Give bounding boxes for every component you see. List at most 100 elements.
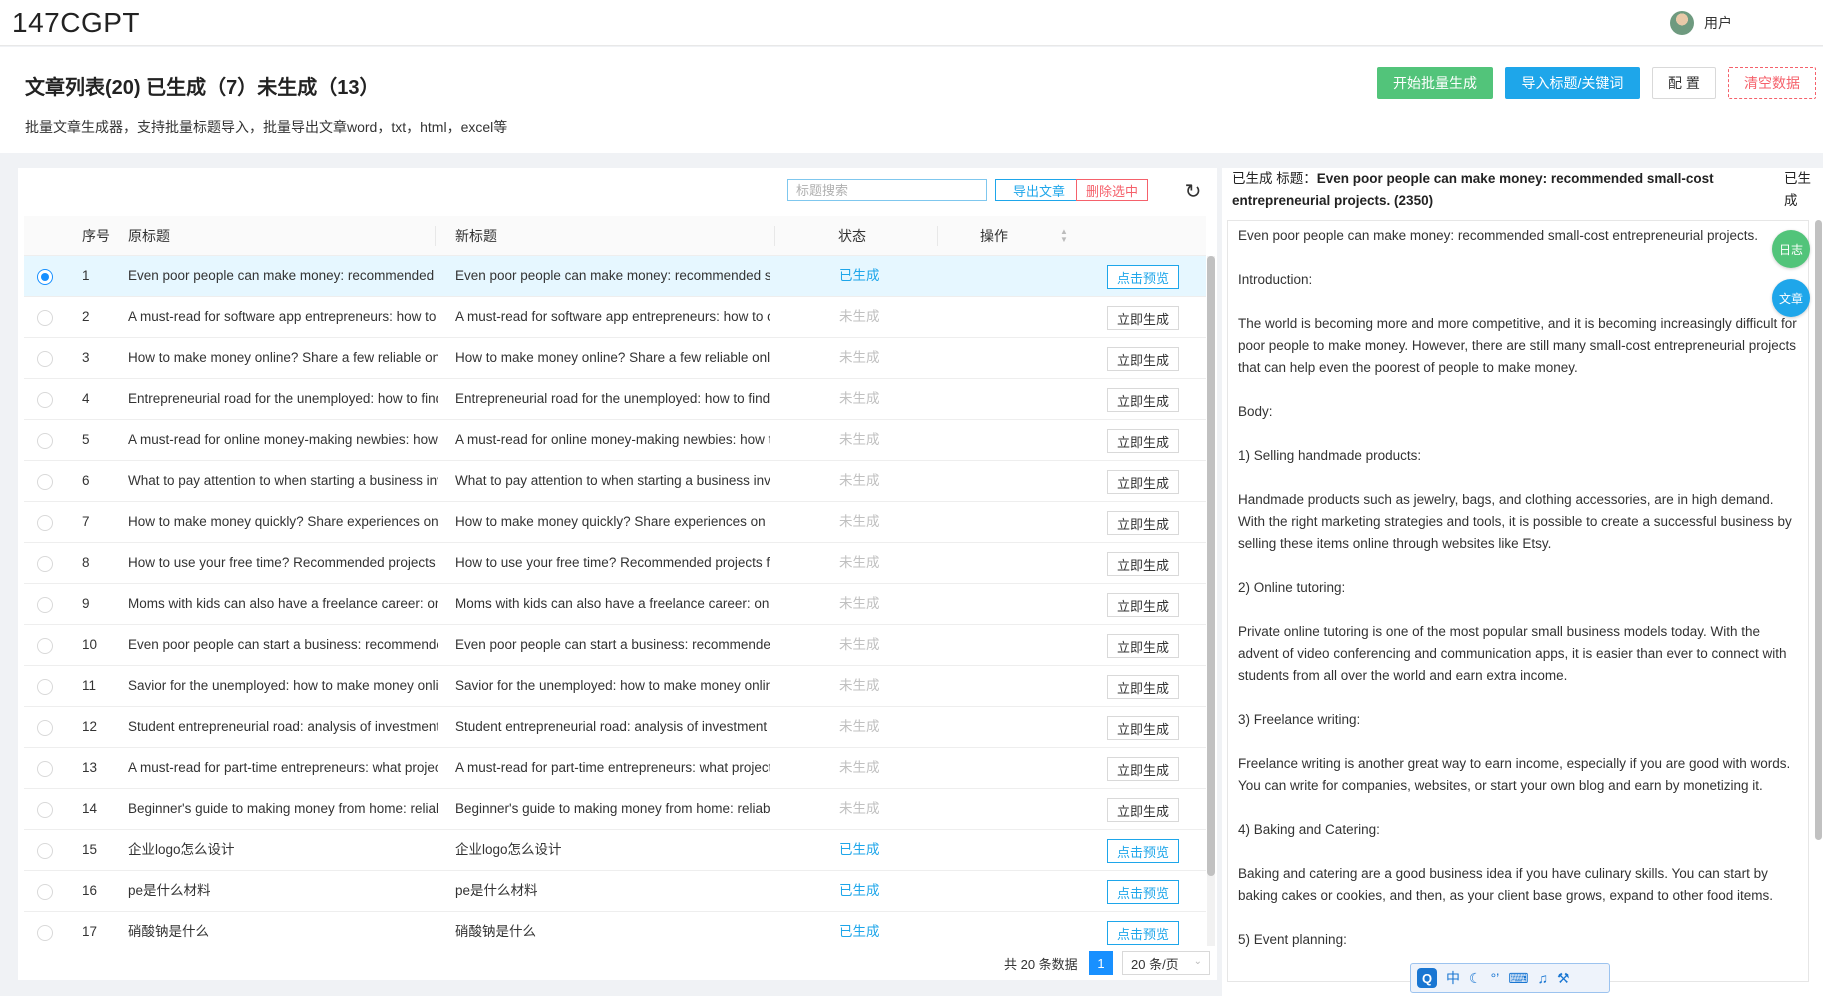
export-articles-button[interactable]: 导出文章 [995, 179, 1083, 201]
avatar[interactable] [1670, 11, 1694, 35]
row-radio[interactable] [37, 925, 53, 941]
batch-generate-button[interactable]: 开始批量生成 [1377, 67, 1493, 99]
row-radio[interactable] [37, 720, 53, 736]
row-original-title: Beginner's guide to making money from ho… [128, 801, 438, 816]
article-paragraph: Even poor people can make money: recomme… [1238, 228, 1759, 243]
table-row[interactable]: 2 A must-read for software app entreprene… [24, 297, 1206, 338]
preview-button[interactable]: 点击预览 [1107, 265, 1179, 289]
row-index: 2 [82, 309, 90, 324]
row-radio[interactable] [37, 884, 53, 900]
row-radio[interactable] [37, 638, 53, 654]
row-radio[interactable] [37, 515, 53, 531]
row-radio[interactable] [37, 310, 53, 326]
row-radio[interactable] [37, 474, 53, 490]
row-status: 未生成 [839, 555, 880, 570]
table-row[interactable]: 17 硝酸钠是什么 硝酸钠是什么 已生成 点击预览 [24, 912, 1206, 946]
moon-icon[interactable]: ☾ [1469, 970, 1482, 987]
row-original-title: How to use your free time? Recommended p… [128, 555, 438, 570]
row-index: 7 [82, 514, 90, 529]
app-logo[interactable]: 147CGPT [12, 7, 140, 39]
user-label[interactable]: 用户 [1704, 13, 1732, 33]
wrench-icon[interactable]: ⚒ [1557, 970, 1570, 987]
row-status: 未生成 [839, 350, 880, 365]
table-row[interactable]: 7 How to make money quickly? Share experi… [24, 502, 1206, 543]
table-row[interactable]: 4 Entrepreneurial road for the unemployed… [24, 379, 1206, 420]
generate-button[interactable]: 立即生成 [1107, 798, 1179, 822]
generate-button[interactable]: 立即生成 [1107, 470, 1179, 494]
article-button[interactable]: 文章 [1772, 279, 1810, 317]
table-row[interactable]: 13 A must-read for part-time entrepreneur… [24, 748, 1206, 789]
table-row[interactable]: 6 What to pay attention to when starting … [24, 461, 1206, 502]
article-paragraph: Introduction: [1238, 272, 1313, 287]
table-scrollbar[interactable] [1207, 256, 1215, 946]
row-index: 10 [82, 637, 98, 652]
delete-selected-button[interactable]: 删除选中 [1076, 179, 1148, 201]
table-row[interactable]: 11 Savior for the unemployed: how to make… [24, 666, 1206, 707]
row-index: 3 [82, 350, 90, 365]
row-radio[interactable] [37, 392, 53, 408]
table-row[interactable]: 8 How to use your free time? Recommended … [24, 543, 1206, 584]
preview-button[interactable]: 点击预览 [1107, 880, 1179, 904]
preview-button[interactable]: 点击预览 [1107, 839, 1179, 863]
row-radio[interactable] [37, 802, 53, 818]
generate-button[interactable]: 立即生成 [1107, 306, 1179, 330]
row-radio[interactable] [37, 679, 53, 695]
row-new-title: A must-read for online money-making newb… [455, 432, 770, 447]
generate-button[interactable]: 立即生成 [1107, 593, 1179, 617]
row-original-title: pe是什么材料 [128, 883, 211, 898]
row-radio[interactable] [37, 597, 53, 613]
keyboard-icon[interactable]: ⌨ [1508, 970, 1528, 987]
table-row[interactable]: 9 Moms with kids can also have a freelanc… [24, 584, 1206, 625]
table-row[interactable]: 12 Student entrepreneurial road: analysis… [24, 707, 1206, 748]
table-row[interactable]: 3 How to make money online? Share a few r… [24, 338, 1206, 379]
generate-button[interactable]: 立即生成 [1107, 757, 1179, 781]
generate-button[interactable]: 立即生成 [1107, 347, 1179, 371]
table-row[interactable]: 1 Even poor people can make money: recomm… [24, 256, 1206, 297]
table-row[interactable]: 15 企业logo怎么设计 企业logo怎么设计 已生成 点击预览 [24, 830, 1206, 871]
config-button[interactable]: 配 置 [1652, 67, 1716, 99]
detail-scrollbar[interactable] [1815, 220, 1822, 840]
voice-icon[interactable]: ♫ [1538, 970, 1549, 986]
log-button[interactable]: 日志 [1772, 230, 1810, 268]
row-radio[interactable] [37, 433, 53, 449]
ime-toolbar[interactable]: Q 中 ☾ °’ ⌨ ♫ ⚒ [1410, 963, 1610, 993]
row-radio[interactable] [37, 269, 53, 285]
row-status: 未生成 [839, 678, 880, 693]
generate-button[interactable]: 立即生成 [1107, 634, 1179, 658]
row-status: 已生成 [839, 842, 880, 857]
title-search-input[interactable] [787, 179, 987, 201]
table-row[interactable]: 16 pe是什么材料 pe是什么材料 已生成 点击预览 [24, 871, 1206, 912]
generate-button[interactable]: 立即生成 [1107, 716, 1179, 740]
user-menu[interactable]: 用户 [1670, 11, 1732, 35]
generate-button[interactable]: 立即生成 [1107, 675, 1179, 699]
row-radio[interactable] [37, 843, 53, 859]
row-status: 未生成 [839, 432, 880, 447]
col-status[interactable]: 状态 [838, 216, 866, 256]
page-number-button[interactable]: 1 [1089, 951, 1113, 975]
page-size-select[interactable]: 20 条/页 ⌄ [1122, 951, 1210, 975]
article-content[interactable]: Even poor people can make money: recomme… [1227, 220, 1809, 982]
row-new-title: Even poor people can make money: recomme… [455, 268, 770, 283]
row-radio[interactable] [37, 351, 53, 367]
row-original-title: Student entrepreneurial road: analysis o… [128, 719, 438, 734]
clear-data-button[interactable]: 清空数据 [1728, 67, 1816, 99]
table-row[interactable]: 10 Even poor people can start a business:… [24, 625, 1206, 666]
generate-button[interactable]: 立即生成 [1107, 552, 1179, 576]
table-row[interactable]: 14 Beginner's guide to making money from … [24, 789, 1206, 830]
row-radio[interactable] [37, 556, 53, 572]
row-index: 16 [82, 883, 98, 898]
row-radio[interactable] [37, 761, 53, 777]
punctuation-icon[interactable]: °’ [1491, 970, 1500, 986]
preview-button[interactable]: 点击预览 [1107, 921, 1179, 945]
sort-icon[interactable]: ▲ ▼ [1060, 228, 1068, 244]
import-titles-button[interactable]: 导入标题/关键词 [1505, 67, 1640, 99]
table-row[interactable]: 5 A must-read for online money-making new… [24, 420, 1206, 461]
ime-mode[interactable]: 中 [1446, 968, 1460, 988]
ime-logo[interactable]: Q [1417, 968, 1437, 988]
refresh-icon[interactable]: ↻ [1181, 179, 1205, 203]
generate-button[interactable]: 立即生成 [1107, 511, 1179, 535]
generate-button[interactable]: 立即生成 [1107, 429, 1179, 453]
row-index: 6 [82, 473, 90, 488]
detail-title-label: 已生成 标题： [1232, 171, 1317, 186]
generate-button[interactable]: 立即生成 [1107, 388, 1179, 412]
